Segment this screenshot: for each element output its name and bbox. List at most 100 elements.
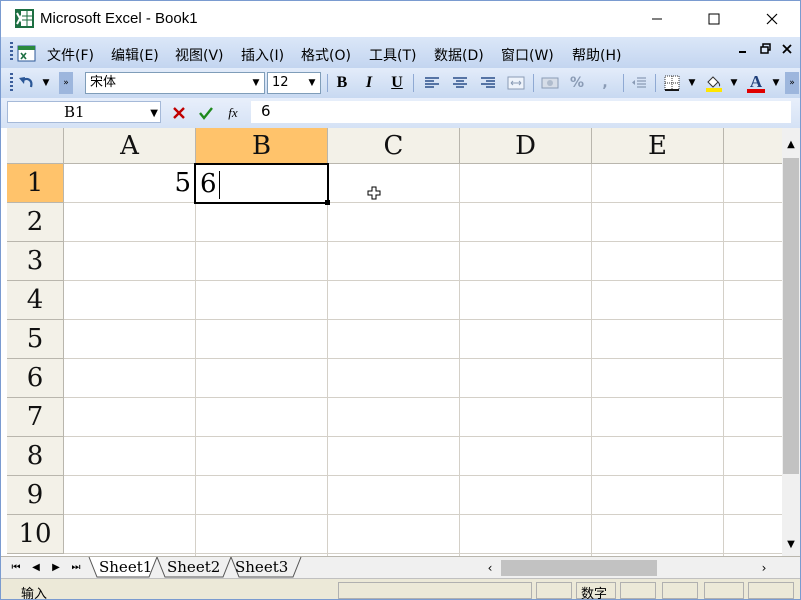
- grid-cell[interactable]: [592, 164, 724, 203]
- merge-center-button[interactable]: [505, 72, 527, 94]
- row-header-1[interactable]: 1: [7, 164, 64, 203]
- grid-cell[interactable]: [592, 398, 724, 437]
- grid-cell[interactable]: [460, 242, 592, 281]
- grid-cell[interactable]: [328, 320, 460, 359]
- column-header-b[interactable]: B: [196, 128, 328, 164]
- grid-cell[interactable]: [724, 437, 782, 476]
- grid-cell[interactable]: [724, 398, 782, 437]
- grid-cell[interactable]: [196, 476, 328, 515]
- prev-sheet-icon[interactable]: ◀: [29, 560, 43, 576]
- vertical-scrollbar[interactable]: ▲ ▼: [782, 128, 800, 556]
- fill-color-button[interactable]: [703, 72, 725, 94]
- grid-cell[interactable]: [592, 437, 724, 476]
- grid-cell[interactable]: [64, 515, 196, 554]
- menu-data[interactable]: 数据(D): [434, 45, 484, 65]
- scroll-left-icon[interactable]: ‹: [481, 560, 499, 576]
- column-header-c[interactable]: C: [328, 128, 460, 164]
- last-sheet-icon[interactable]: ⏭: [69, 560, 83, 576]
- grid-cell[interactable]: [724, 320, 782, 359]
- row-header-3[interactable]: 3: [7, 242, 64, 281]
- grid-cell[interactable]: [328, 164, 460, 203]
- grid-cell[interactable]: [592, 320, 724, 359]
- sheet-tab-3[interactable]: Sheet3: [229, 557, 294, 578]
- row-header-10[interactable]: 10: [7, 515, 64, 554]
- grid-cell[interactable]: [328, 398, 460, 437]
- grid-cell[interactable]: [328, 203, 460, 242]
- row-header-5[interactable]: 5: [7, 320, 64, 359]
- menu-file[interactable]: 文件(F): [47, 45, 94, 65]
- grid-cell[interactable]: [64, 281, 196, 320]
- grid-cell[interactable]: [460, 320, 592, 359]
- comma-button[interactable]: ,: [594, 72, 616, 94]
- grid-cell[interactable]: [64, 320, 196, 359]
- grid-cell[interactable]: [724, 359, 782, 398]
- formula-input[interactable]: 6: [251, 101, 791, 123]
- doc-minimize-button[interactable]: [734, 43, 752, 61]
- scroll-down-icon[interactable]: ▼: [782, 536, 800, 554]
- first-sheet-icon[interactable]: ⏮: [9, 560, 23, 576]
- doc-close-button[interactable]: [778, 43, 796, 61]
- grid-cell[interactable]: [460, 476, 592, 515]
- currency-button[interactable]: [539, 72, 561, 94]
- undo-dropdown[interactable]: ▼: [39, 72, 53, 94]
- grid-cell[interactable]: [196, 320, 328, 359]
- grid-cell[interactable]: [64, 359, 196, 398]
- enter-entry-button[interactable]: [195, 102, 217, 124]
- row-header-6[interactable]: 6: [7, 359, 64, 398]
- menu-help[interactable]: 帮助(H): [572, 45, 621, 65]
- grid-cell[interactable]: [592, 476, 724, 515]
- row-header-4[interactable]: 4: [7, 281, 64, 320]
- fill-color-dropdown[interactable]: ▼: [727, 72, 741, 94]
- toolbar-options-button[interactable]: »: [59, 72, 73, 94]
- cell-a1[interactable]: 5: [64, 164, 196, 203]
- font-name-combo[interactable]: 宋体 ▼: [85, 72, 265, 94]
- grid-cell[interactable]: [328, 515, 460, 554]
- menu-grip-handle[interactable]: [10, 42, 13, 62]
- grid-cell[interactable]: [724, 164, 782, 203]
- grid-cell[interactable]: [328, 281, 460, 320]
- grid-cell[interactable]: [460, 515, 592, 554]
- font-size-dropdown-icon[interactable]: ▼: [305, 75, 319, 91]
- underline-button[interactable]: U: [386, 72, 408, 94]
- grid-cell[interactable]: [460, 281, 592, 320]
- grid-cell[interactable]: [592, 359, 724, 398]
- grid-cell[interactable]: [460, 203, 592, 242]
- column-header-d[interactable]: D: [460, 128, 592, 164]
- row-header-7[interactable]: 7: [7, 398, 64, 437]
- menu-format[interactable]: 格式(O): [301, 45, 351, 65]
- grid-cell[interactable]: [196, 359, 328, 398]
- grid-cell[interactable]: [724, 515, 782, 554]
- font-name-dropdown-icon[interactable]: ▼: [249, 75, 263, 91]
- align-center-button[interactable]: [449, 72, 471, 94]
- cell-b1-editing[interactable]: 6: [194, 163, 329, 204]
- toolbar-grip-handle[interactable]: [10, 73, 13, 93]
- grid-cell[interactable]: [328, 242, 460, 281]
- grid-cell[interactable]: [64, 242, 196, 281]
- horizontal-scrollbar[interactable]: ‹ ›: [479, 558, 777, 578]
- insert-function-button[interactable]: fx: [222, 102, 244, 124]
- sheet-tab-1[interactable]: Sheet1: [93, 557, 158, 578]
- toolbar-overflow-button[interactable]: »: [785, 72, 799, 94]
- vertical-scroll-thumb[interactable]: [783, 158, 799, 474]
- grid-cell[interactable]: [460, 398, 592, 437]
- maximize-button[interactable]: [685, 1, 743, 37]
- grid-cell[interactable]: [64, 437, 196, 476]
- bold-button[interactable]: B: [331, 72, 353, 94]
- grid-cell[interactable]: [196, 398, 328, 437]
- grid-cell[interactable]: [196, 203, 328, 242]
- grid-cell[interactable]: [328, 359, 460, 398]
- grid-cell[interactable]: [592, 203, 724, 242]
- grid-cell[interactable]: [196, 242, 328, 281]
- borders-button[interactable]: [661, 72, 683, 94]
- grid-cell[interactable]: [196, 515, 328, 554]
- grid-cell[interactable]: [328, 437, 460, 476]
- font-color-button[interactable]: A: [745, 72, 767, 94]
- scroll-right-icon[interactable]: ›: [755, 560, 773, 576]
- row-header-9[interactable]: 9: [7, 476, 64, 515]
- scroll-up-icon[interactable]: ▲: [782, 136, 800, 154]
- decrease-indent-button[interactable]: [628, 72, 650, 94]
- undo-button[interactable]: [16, 72, 38, 94]
- next-sheet-icon[interactable]: ▶: [49, 560, 63, 576]
- select-all-corner[interactable]: [7, 128, 64, 164]
- grid-cell[interactable]: [724, 281, 782, 320]
